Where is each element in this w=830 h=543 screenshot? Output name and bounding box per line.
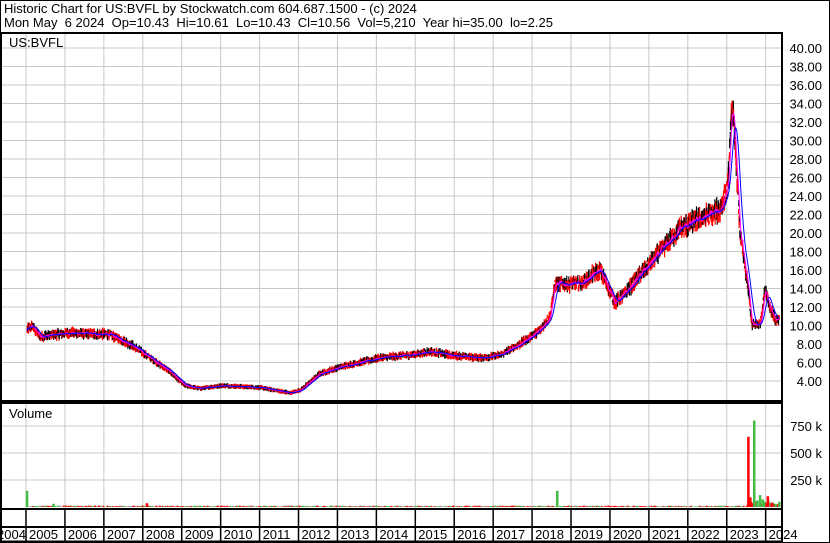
x-tick-label: 2011 [263, 527, 291, 542]
y-tick-label: 20.00 [789, 226, 822, 241]
y-tick-label: 26.00 [789, 171, 822, 186]
volume-bar [766, 496, 770, 507]
x-tick-label: 2015 [418, 527, 447, 542]
x-tick-label: 2010 [224, 527, 253, 542]
price-panel-border [0, 32, 783, 402]
volume-bar [779, 501, 781, 507]
x-tick-label: 2005 [29, 527, 58, 542]
x-tick-label: 2004 [0, 527, 26, 542]
volume-tick-label: 750 k [790, 419, 822, 434]
x-tick-label: 2016 [457, 527, 486, 542]
volume-bar [556, 490, 559, 507]
volume-bars [25, 420, 781, 507]
x-tick-label: 2017 [496, 527, 525, 542]
symbol-label: US:BVFL [9, 35, 63, 50]
y-tick-label: 4.00 [797, 374, 822, 389]
x-tick-label: 2019 [574, 527, 603, 542]
x-tick-label: 2020 [613, 527, 642, 542]
y-tick-label: 32.00 [789, 115, 822, 130]
stock-chart: Historic Chart for US:BVFL by Stockwatch… [0, 0, 830, 543]
y-tick-label: 40.00 [789, 41, 822, 56]
y-tick-label: 8.00 [797, 337, 822, 352]
volume-bar [761, 499, 765, 507]
volume-bar [756, 500, 759, 507]
volume-bar [758, 495, 762, 507]
y-tick-label: 10.00 [789, 319, 822, 334]
x-tick-label: 2023 [730, 527, 759, 542]
x-tick-label: 2022 [691, 527, 720, 542]
price-bars [26, 100, 780, 396]
x-tick-label: 2018 [535, 527, 564, 542]
x-tick-label: 2006 [68, 527, 97, 542]
y-tick-label: 30.00 [789, 134, 822, 149]
x-tick-label: 2008 [146, 527, 175, 542]
volume-panel-border [0, 402, 783, 510]
y-tick-label: 14.00 [789, 282, 822, 297]
volume-tick-label: 250 k [790, 473, 822, 488]
y-tick-label: 28.00 [789, 152, 822, 167]
y-tick-label: 22.00 [789, 208, 822, 223]
x-tick-label: 2024 [769, 527, 798, 542]
chart-canvas: 4.00 6.00 8.00 10.00 12.00 14.00 16.00 18.00 20.… [0, 0, 830, 543]
x-tick-label: 2007 [107, 527, 136, 542]
y-tick-label: 6.00 [797, 356, 822, 371]
y-tick-label: 18.00 [789, 245, 822, 260]
x-tick-label: 2021 [652, 527, 681, 542]
x-tick-label: 2009 [185, 527, 214, 542]
volume-bar [752, 420, 756, 507]
volume-bar [25, 490, 29, 507]
y-tick-label: 24.00 [789, 189, 822, 204]
volume-bar [749, 497, 752, 507]
volume-bar [770, 502, 774, 507]
x-tick-label: 2014 [379, 527, 408, 542]
volume-tick-label: 500 k [790, 446, 822, 461]
y-tick-label: 38.00 [789, 60, 822, 75]
y-tick-label: 12.00 [789, 300, 822, 315]
volume-bar [145, 503, 149, 507]
y-tick-label: 16.00 [789, 263, 822, 278]
x-tick-label: 2012 [302, 527, 331, 542]
y-tick-label: 34.00 [789, 97, 822, 112]
x-tick-label: 2013 [340, 527, 369, 542]
volume-bar [52, 503, 55, 507]
volume-label: Volume [9, 406, 52, 421]
volume-bar [774, 503, 777, 507]
volume-bar [747, 436, 750, 507]
y-tick-label: 36.00 [789, 78, 822, 93]
